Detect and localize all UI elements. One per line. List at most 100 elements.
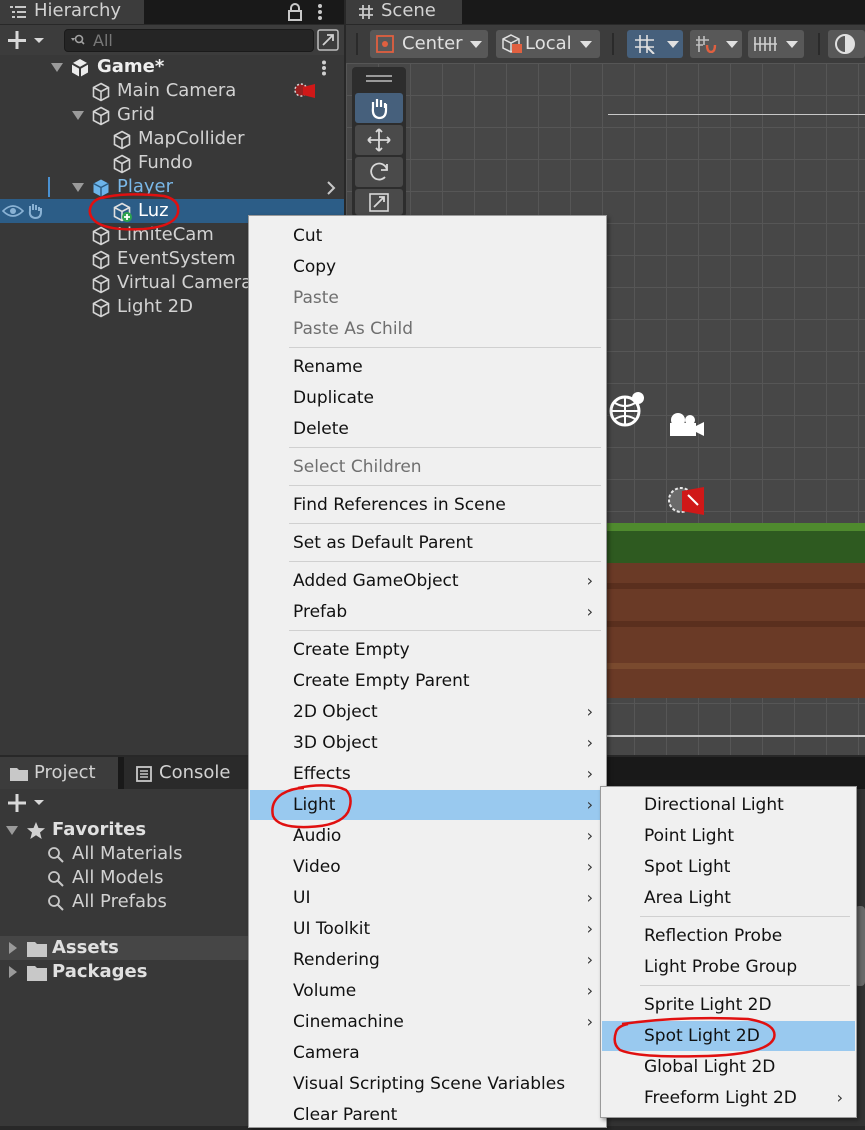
menu-item-paste: Paste xyxy=(250,283,605,313)
submenu-item-freeform-light-2d[interactable]: Freeform Light 2D › xyxy=(602,1083,855,1113)
scene-kebab-icon[interactable] xyxy=(321,60,327,76)
virtual-camera-gizmo-icon xyxy=(670,413,704,436)
lock-icon[interactable] xyxy=(287,3,303,21)
menu-item-create-empty-parent[interactable]: Create Empty Parent xyxy=(250,666,605,696)
menu-item-label: Point Light xyxy=(644,826,735,846)
menu-item-label: Find References in Scene xyxy=(293,495,506,515)
submenu-item-point-light[interactable]: Point Light xyxy=(602,821,855,851)
menu-item-prefab[interactable]: Prefab › xyxy=(250,597,605,627)
increment-snap-toggle[interactable] xyxy=(690,30,742,58)
menu-item-added-gameobject[interactable]: Added GameObject › xyxy=(250,566,605,596)
snap-grid-toggle[interactable] xyxy=(627,30,683,58)
menu-item-rename[interactable]: Rename xyxy=(250,352,605,382)
menu-item-2d-object[interactable]: 2D Object › xyxy=(250,697,605,727)
hierarchy-tab[interactable]: Hierarchy xyxy=(0,0,322,24)
favorite-label: All Materials xyxy=(72,843,183,864)
hierarchy-item-label: EventSystem xyxy=(117,248,236,269)
menu-item-label: Rendering xyxy=(293,950,380,970)
menu-item-volume[interactable]: Volume › xyxy=(250,976,605,1006)
submenu-item-area-light[interactable]: Area Light xyxy=(602,883,855,913)
menu-item-cinemachine[interactable]: Cinemachine › xyxy=(250,1007,605,1037)
menu-item-copy[interactable]: Copy xyxy=(250,252,605,282)
chevron-right-icon: › xyxy=(836,1088,843,1107)
assets-row[interactable]: Assets xyxy=(0,936,248,960)
project-add-dropdown-icon[interactable] xyxy=(8,794,48,812)
submenu-item-directional-light[interactable]: Directional Light xyxy=(602,790,855,820)
collapse-arrow-icon[interactable] xyxy=(72,183,84,192)
gameobject-icon xyxy=(92,298,110,318)
chevron-right-icon[interactable] xyxy=(326,181,336,195)
menu-item-set-default-parent[interactable]: Set as Default Parent xyxy=(250,528,605,558)
gameobject-icon xyxy=(92,106,110,126)
scale-tool-button[interactable] xyxy=(355,189,403,215)
menu-item-ui-toolkit[interactable]: UI Toolkit › xyxy=(250,914,605,944)
menu-item-visual-scripting-scene-variables[interactable]: Visual Scripting Scene Variables xyxy=(250,1069,605,1099)
menu-item-3d-object[interactable]: 3D Object › xyxy=(250,728,605,758)
menu-item-label: UI xyxy=(293,888,311,908)
gameobject-icon xyxy=(113,130,131,150)
chevron-right-icon: › xyxy=(586,764,593,783)
rotate-tool-button[interactable] xyxy=(355,157,403,187)
hierarchy-tab-label: Hierarchy xyxy=(34,0,122,21)
menu-item-delete[interactable]: Delete xyxy=(250,414,605,444)
grid-visibility-dropdown[interactable] xyxy=(748,30,804,58)
hierarchy-item-mapcollider[interactable]: MapCollider xyxy=(0,127,344,151)
expand-arrow-icon[interactable] xyxy=(8,942,18,954)
eye-icon[interactable] xyxy=(2,204,24,218)
packages-row[interactable]: Packages xyxy=(0,960,248,984)
submenu-item-reflection-probe[interactable]: Reflection Probe xyxy=(602,921,855,951)
event-system-gizmo-icon xyxy=(609,392,644,427)
scene-root-row[interactable]: Game* xyxy=(0,55,344,79)
pivot-center-dropdown[interactable]: Center xyxy=(370,30,488,58)
favorites-row[interactable]: Favorites xyxy=(0,818,248,842)
pickable-hand-icon[interactable] xyxy=(26,202,46,220)
console-tab[interactable]: Console xyxy=(124,757,248,789)
submenu-item-light-probe-group[interactable]: Light Probe Group xyxy=(602,952,855,982)
dropdown-arrow-icon xyxy=(667,41,679,48)
hierarchy-item-label: MapCollider xyxy=(138,128,245,149)
collapse-arrow-icon[interactable] xyxy=(6,826,18,835)
palette-drag-handle[interactable] xyxy=(366,75,392,77)
palette-drag-handle[interactable] xyxy=(366,80,392,82)
space-label: Local xyxy=(525,33,572,54)
search-icon xyxy=(71,34,85,45)
submenu-item-spot-light[interactable]: Spot Light xyxy=(602,852,855,882)
hierarchy-item-label: Fundo xyxy=(138,152,193,173)
menu-item-cut[interactable]: Cut xyxy=(250,221,605,251)
hierarchy-item-fundo[interactable]: Fundo xyxy=(0,151,344,175)
menu-item-video[interactable]: Video › xyxy=(250,852,605,882)
menu-item-camera[interactable]: Camera xyxy=(250,1038,605,1068)
scene-tab[interactable]: Scene xyxy=(346,0,462,24)
menu-item-create-empty[interactable]: Create Empty xyxy=(250,635,605,665)
search-icon xyxy=(48,871,64,887)
favorite-label: All Models xyxy=(72,867,164,888)
favorite-item-all-materials[interactable]: All Materials xyxy=(0,842,248,866)
add-dropdown-icon[interactable] xyxy=(8,31,48,49)
search-placeholder: All xyxy=(93,31,113,50)
chevron-right-icon: › xyxy=(586,733,593,752)
favorite-item-all-models[interactable]: All Models xyxy=(0,866,248,890)
chevron-right-icon: › xyxy=(586,602,593,621)
favorite-item-all-prefabs[interactable]: All Prefabs xyxy=(0,890,248,914)
hierarchy-item-label: Light 2D xyxy=(117,296,193,317)
kebab-menu-icon[interactable] xyxy=(317,3,323,21)
space-local-dropdown[interactable]: Local xyxy=(496,30,600,58)
menu-item-label: Cut xyxy=(293,226,323,246)
draw-mode-button[interactable] xyxy=(828,30,865,58)
collapse-arrow-icon[interactable] xyxy=(51,63,63,72)
menu-item-duplicate[interactable]: Duplicate xyxy=(250,383,605,413)
hierarchy-item-grid[interactable]: Grid xyxy=(0,103,344,127)
project-tab[interactable]: Project xyxy=(0,757,118,789)
rotate-icon xyxy=(370,162,388,181)
hierarchy-item-main-camera[interactable]: Main Camera xyxy=(0,79,344,103)
expand-arrow-icon[interactable] xyxy=(8,966,18,978)
menu-item-ui[interactable]: UI › xyxy=(250,883,605,913)
hand-tool-button[interactable] xyxy=(355,93,403,123)
hierarchy-search-input[interactable]: All xyxy=(64,29,339,52)
menu-item-find-references[interactable]: Find References in Scene xyxy=(250,490,605,520)
move-tool-button[interactable] xyxy=(355,125,403,155)
collapse-arrow-icon[interactable] xyxy=(72,111,84,120)
menu-item-rendering[interactable]: Rendering › xyxy=(250,945,605,975)
folder-icon xyxy=(27,942,47,957)
scene-picker-icon[interactable] xyxy=(317,29,339,51)
